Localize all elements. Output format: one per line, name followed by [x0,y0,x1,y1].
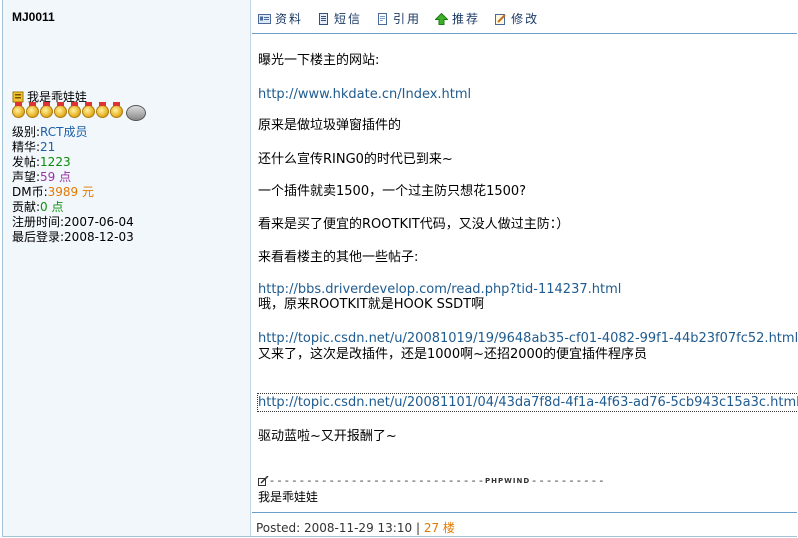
stat-level: 级别:RCT成员 [12,125,88,139]
medal-icon [12,91,24,102]
stat-contribution: 贡献:0 点 [12,200,64,214]
profile-card-icon [258,13,271,24]
rank-medals [12,102,146,121]
quote-icon [378,12,388,25]
rank-coin-icon [82,102,95,118]
signature-text: 我是乖娃娃 [258,490,319,504]
post-line: 驱动蓝啦~又开报酬了~ [258,429,397,444]
post-line: 哦，原来ROOTKIT就是HOOK SSDT啊 [258,297,485,312]
floor-number[interactable]: 27 楼 [424,521,455,535]
posted-timestamp: Posted: 2008-11-29 13:10 [256,521,413,535]
post-line: 曝光一下楼主的网站: [258,53,380,68]
author-stats: 级别:RCT成员 精华:21 发帖:1223 声望:59 点 DM币:3989 … [12,125,134,245]
toolbar-divider [252,33,797,34]
stat-digest: 精华:21 [12,140,56,154]
message-icon [319,12,329,25]
post-link[interactable]: http://topic.csdn.net/u/20081019/19/9648… [258,330,798,347]
quote-button[interactable]: 引用 [376,10,421,27]
rank-coin-icon [96,102,109,118]
post-line: 又来了，这次是改插件，还是1000啊~还招2000的便宜插件程序员 [258,347,648,362]
post-line: 原来是做垃圾弹窗插件的 [258,118,402,133]
post-line: 一个插件就卖1500，一个过主防只想花1500? [258,184,527,199]
stat-coins: DM币:3989 元 [12,185,94,199]
stat-registered: 注册时间:2007-06-04 [12,215,134,229]
pencil-icon [258,475,269,486]
rank-coin-icon [68,102,81,118]
rank-coin-icon [12,102,25,118]
profile-button[interactable]: 资料 [258,10,303,27]
post-frame [2,0,797,537]
robot-icon [126,105,146,121]
post-line: 来看看楼主的其他一些帖子: [258,250,419,265]
edit-button[interactable]: 修改 [494,10,539,27]
post-toolbar: 资料 短信 引用 推荐 修改 [258,10,539,27]
post-line: 还什么宣传RING0的时代已到来~ [258,152,453,167]
edit-icon [495,13,506,25]
message-button[interactable]: 短信 [317,10,362,27]
rank-coin-icon [110,102,123,118]
stat-reputation: 声望:59 点 [12,170,72,184]
footer-separator: | [415,521,420,535]
phpwind-brand: PHPWIND [485,476,531,485]
author-username[interactable]: MJ0011 [12,10,55,24]
rank-coin-icon [26,102,39,118]
post-line: 看来是买了便宜的ROOTKIT代码，又没人做过主防：） [258,217,570,232]
footer-divider [252,512,797,513]
recommend-button[interactable]: 推荐 [435,10,480,27]
arrow-up-icon [435,12,449,25]
rank-coin-icon [40,102,53,118]
stat-last-login: 最后登录:2008-12-03 [12,230,134,244]
post-link[interactable]: http://www.hkdate.cn/Index.html [258,86,471,103]
stat-posts: 发帖:1223 [12,155,71,169]
post-footer: Posted: 2008-11-29 13:10 | 27 楼 [256,519,455,536]
rank-coin-icon [54,102,67,118]
signature-divider: - - - - - - - - - - - - - - - - - - - - … [258,474,603,487]
post-link-focused[interactable]: http://topic.csdn.net/u/20081101/04/43da… [257,393,798,412]
